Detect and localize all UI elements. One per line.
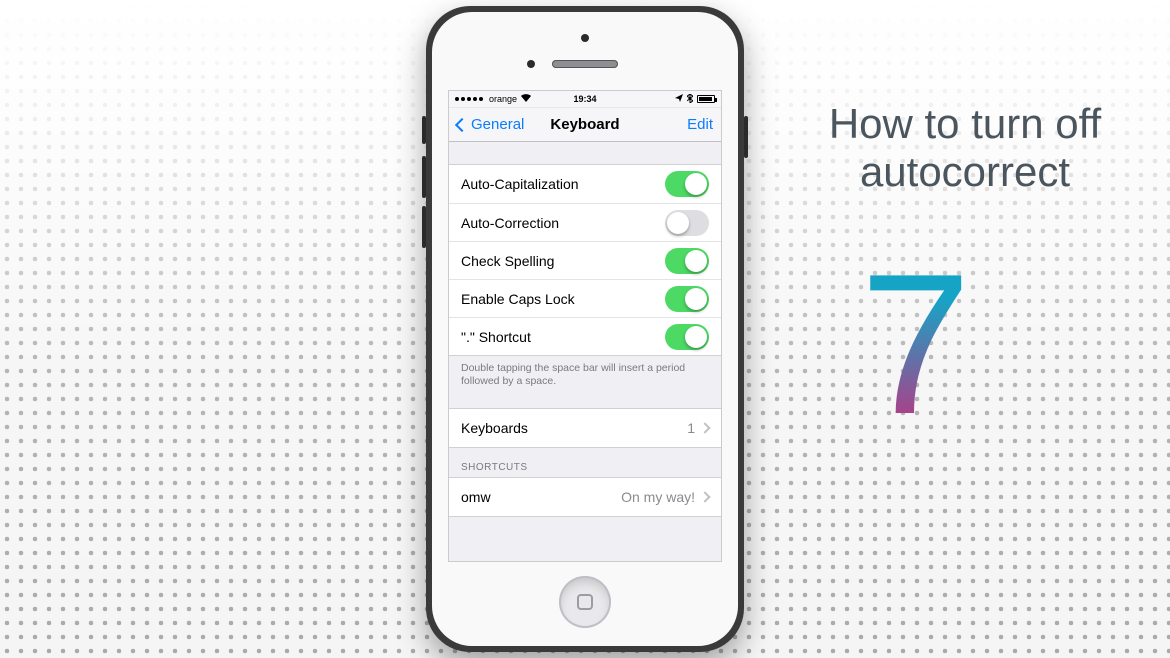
home-button[interactable] (559, 576, 611, 628)
switch-knob-icon (685, 173, 707, 195)
volume-down-button (422, 206, 426, 248)
toggle-switch[interactable] (665, 324, 709, 350)
proximity-sensor-icon (527, 60, 535, 68)
status-time: 19:34 (449, 94, 721, 104)
keyboards-row[interactable]: Keyboards 1 (449, 409, 721, 447)
toggle-row: "." Shortcut (449, 317, 721, 355)
keyboards-group: Keyboards 1 (449, 408, 721, 448)
toggle-label: Auto-Capitalization (461, 176, 579, 192)
toggle-label: "." Shortcut (461, 329, 531, 345)
switch-knob-icon (667, 212, 689, 234)
toggle-switch[interactable] (665, 171, 709, 197)
shortcut-footer-note: Double tapping the space bar will insert… (449, 356, 721, 398)
iphone-device: orange 19:34 (426, 6, 744, 652)
shortcuts-header: SHORTCUTS (449, 448, 721, 477)
chevron-right-icon (699, 423, 710, 434)
chevron-right-icon (699, 492, 710, 503)
toggle-row: Auto-Capitalization (449, 165, 721, 203)
switch-knob-icon (685, 326, 707, 348)
battery-icon (697, 95, 715, 103)
switch-knob-icon (685, 250, 707, 272)
earpiece-icon (552, 60, 618, 68)
toggle-switch[interactable] (665, 248, 709, 274)
mute-switch (422, 116, 426, 144)
shortcut-value: On my way! (621, 489, 695, 505)
toggles-group: Auto-Capitalization Auto-Correction Check … (449, 164, 721, 356)
toggle-row: Auto-Correction (449, 203, 721, 241)
toggle-row: Enable Caps Lock (449, 279, 721, 317)
camera-icon (581, 34, 589, 42)
home-square-icon (577, 594, 593, 610)
toggle-label: Check Spelling (461, 253, 554, 269)
promo-line1: How to turn off (800, 100, 1130, 148)
toggle-label: Auto-Correction (461, 215, 559, 231)
keyboards-label: Keyboards (461, 420, 528, 436)
status-bar: orange 19:34 (449, 91, 721, 108)
shortcut-key: omw (461, 489, 491, 505)
toggle-switch[interactable] (665, 286, 709, 312)
switch-knob-icon (685, 288, 707, 310)
volume-up-button (422, 156, 426, 198)
page-title: Keyboard (449, 116, 721, 133)
shortcuts-group: omw On my way! (449, 477, 721, 517)
keyboards-count: 1 (687, 420, 695, 436)
nav-bar: General Keyboard Edit (449, 108, 721, 142)
phone-screen: orange 19:34 (448, 90, 722, 562)
promo-title: How to turn off autocorrect (800, 100, 1130, 197)
shortcut-row[interactable]: omw On my way! (449, 478, 721, 516)
ios7-seven-icon: 7 (860, 230, 971, 460)
promo-line2: autocorrect (800, 148, 1130, 196)
toggle-switch[interactable] (665, 210, 709, 236)
toggle-row: Check Spelling (449, 241, 721, 279)
lock-button (744, 116, 748, 158)
toggle-label: Enable Caps Lock (461, 291, 575, 307)
